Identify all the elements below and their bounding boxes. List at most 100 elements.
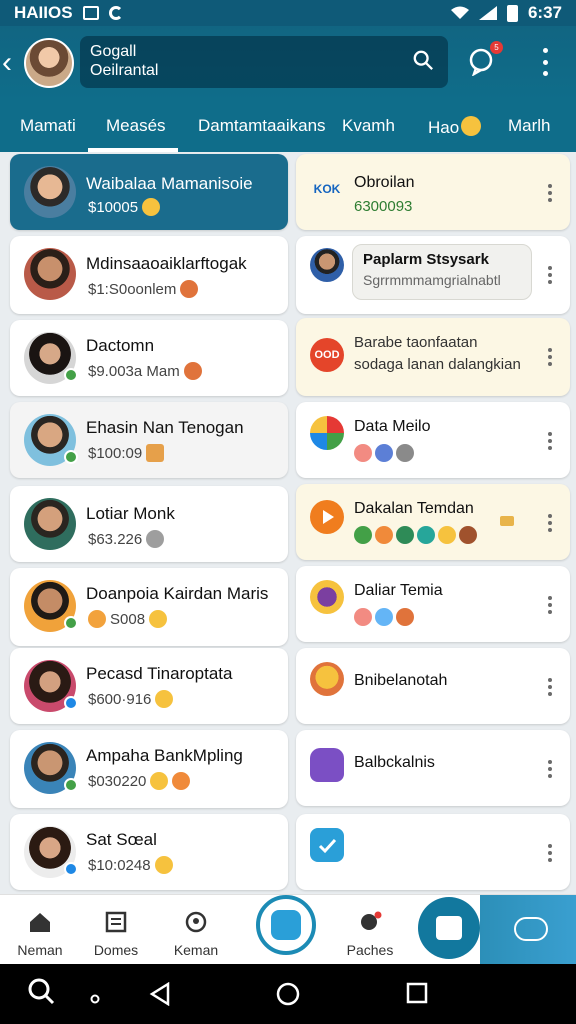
list-item[interactable]: Balbckalnis bbox=[296, 730, 570, 806]
list-item[interactable]: Data Meilo bbox=[296, 402, 570, 478]
tab-5[interactable]: Marlh bbox=[508, 116, 551, 136]
search-icon[interactable] bbox=[412, 49, 434, 71]
back-icon[interactable] bbox=[148, 982, 172, 1006]
center-action-button[interactable] bbox=[256, 895, 316, 955]
tab-3[interactable]: Kvamh bbox=[342, 116, 395, 136]
chat-title: Gogall bbox=[90, 43, 137, 60]
tab-1[interactable]: Measés bbox=[106, 116, 166, 136]
g-icon bbox=[108, 6, 123, 20]
list-item[interactable]: Paplarm Stsysark Sgrrmmmamgrialnabtl bbox=[296, 236, 570, 314]
reaction-4-icon bbox=[417, 526, 435, 544]
system-nav-bar bbox=[0, 964, 576, 1024]
item-menu-icon[interactable] bbox=[548, 760, 552, 778]
item-menu-icon[interactable] bbox=[548, 844, 552, 862]
contact-amount: $63.226 bbox=[88, 531, 143, 548]
chat-icon bbox=[271, 910, 301, 940]
contact-name: Lotiar Monk bbox=[86, 504, 175, 523]
smiley-icon bbox=[149, 610, 168, 628]
avatar bbox=[24, 498, 76, 550]
item-subtitle: 6300093 bbox=[354, 198, 413, 215]
avatar bbox=[310, 248, 344, 282]
list-item[interactable]: Bnibelanotah bbox=[296, 648, 570, 724]
list-item[interactable]: Ehasin Nan Tenogan $100:09 bbox=[10, 402, 288, 478]
contact-amount: $100:09 bbox=[88, 445, 143, 462]
signal-icon bbox=[478, 6, 497, 20]
brand-logo: OOD bbox=[310, 338, 344, 372]
blush-icon bbox=[354, 444, 372, 462]
reaction-row bbox=[354, 526, 477, 544]
reaction-row bbox=[354, 444, 414, 462]
home-icon[interactable] bbox=[276, 982, 300, 1006]
contact-name: Ampaha BankMpling bbox=[86, 746, 243, 765]
item-title: Dakalan Temdan bbox=[354, 500, 474, 517]
reaction-1-icon bbox=[354, 526, 372, 544]
item-menu-icon[interactable] bbox=[548, 596, 552, 614]
nav-home[interactable]: Neman bbox=[16, 911, 64, 958]
wifi-icon bbox=[450, 6, 469, 19]
search-icon[interactable] bbox=[28, 978, 56, 1006]
chat-avatar[interactable] bbox=[24, 38, 74, 88]
chat-title-search-box[interactable]: Gogall Oeilrantal bbox=[80, 36, 448, 88]
list-item[interactable]: Dakalan Temdan bbox=[296, 484, 570, 560]
item-menu-icon[interactable] bbox=[548, 432, 552, 450]
tab-2[interactable]: Damtamtaaikans bbox=[198, 116, 326, 136]
contact-name: Dactomn bbox=[86, 336, 155, 355]
tab-4[interactable]: Hao bbox=[428, 116, 482, 138]
nav-documents[interactable]: Domes bbox=[92, 911, 140, 958]
online-indicator bbox=[64, 616, 78, 630]
thumbs-up-icon bbox=[155, 690, 174, 708]
item-line-2: sodaga lanan dalangkian bbox=[354, 356, 521, 373]
contact-name: Mdinsaaoaiklarftogak bbox=[86, 254, 247, 273]
list-item[interactable]: Dactomn $9.003a Mam bbox=[10, 320, 288, 396]
smiley-icon bbox=[461, 116, 482, 136]
nav-messages[interactable]: Paches bbox=[344, 911, 396, 958]
list-item[interactable]: KOK Obroilan 6300093 bbox=[296, 154, 570, 230]
message-bubble: Paplarm Stsysark Sgrrmmmamgrialnabtl bbox=[352, 244, 532, 300]
notification-badge: 5 bbox=[490, 41, 503, 54]
contact-name: Doanpoia Kairdan Maris bbox=[86, 584, 269, 603]
compose-button[interactable] bbox=[418, 897, 480, 959]
status-time: 6:37 bbox=[527, 3, 562, 22]
boat-icon bbox=[146, 444, 165, 462]
list-item[interactable] bbox=[296, 814, 570, 890]
list-item[interactable]: Mdinsaaoaiklarftogak $1:S0oonlem bbox=[10, 236, 288, 314]
reaction-6-icon bbox=[459, 526, 477, 544]
cool-icon bbox=[375, 444, 393, 462]
contact-amount: $10:0248 bbox=[88, 857, 151, 874]
nav-profile[interactable]: Keman bbox=[170, 911, 222, 958]
back-arrow-icon[interactable]: ‹ bbox=[2, 48, 24, 78]
tab-0[interactable]: Mamati bbox=[20, 116, 76, 136]
chat-panel-button[interactable] bbox=[480, 895, 576, 965]
more-options-icon[interactable] bbox=[538, 48, 552, 76]
list-item[interactable]: Ampaha BankMpling $030220 bbox=[10, 730, 288, 808]
contact-amount: $10005 bbox=[88, 199, 139, 216]
contact-amount: $600·916 bbox=[88, 691, 152, 708]
bubble-title: Paplarm Stsysark bbox=[363, 251, 489, 268]
list-item[interactable]: Waibalaa Mamanisoie $10005 bbox=[10, 154, 288, 230]
status-carrier: HAIIOS bbox=[14, 3, 73, 22]
list-item[interactable]: Doanpoia Kairdan Maris S008 bbox=[10, 568, 288, 646]
item-title: Obroilan bbox=[354, 174, 415, 191]
list-item[interactable]: OOD Barabe taonfaatan sodaga lanan dalan… bbox=[296, 318, 570, 396]
list-item[interactable]: Pecasd Tinaroptata $600·916 bbox=[10, 648, 288, 724]
item-title: Data Meilo bbox=[354, 418, 431, 435]
list-item[interactable]: Daliar Temia bbox=[296, 566, 570, 642]
chat-subtitle: Oeilrantal bbox=[90, 62, 159, 79]
item-menu-icon[interactable] bbox=[548, 678, 552, 696]
online-indicator bbox=[64, 696, 78, 710]
online-indicator bbox=[64, 778, 78, 792]
contact-name: Ehasin Nan Tenogan bbox=[86, 418, 244, 437]
item-menu-icon[interactable] bbox=[548, 184, 552, 202]
list-item[interactable]: Lotiar Monk $63.226 bbox=[10, 486, 288, 562]
item-menu-icon[interactable] bbox=[548, 514, 552, 532]
pin-icon bbox=[500, 516, 514, 526]
item-menu-icon[interactable] bbox=[548, 348, 552, 366]
item-menu-icon[interactable] bbox=[548, 266, 552, 284]
bottom-nav: Neman Domes Keman Paches bbox=[0, 894, 576, 965]
battery-icon bbox=[506, 4, 518, 22]
reaction-3-icon bbox=[396, 526, 414, 544]
recents-icon[interactable] bbox=[406, 982, 428, 1004]
list-item[interactable]: Sat Sœal $10:0248 bbox=[10, 814, 288, 890]
app-bar: ‹ Gogall Oeilrantal 5 bbox=[0, 26, 576, 100]
play-icon bbox=[310, 500, 344, 534]
